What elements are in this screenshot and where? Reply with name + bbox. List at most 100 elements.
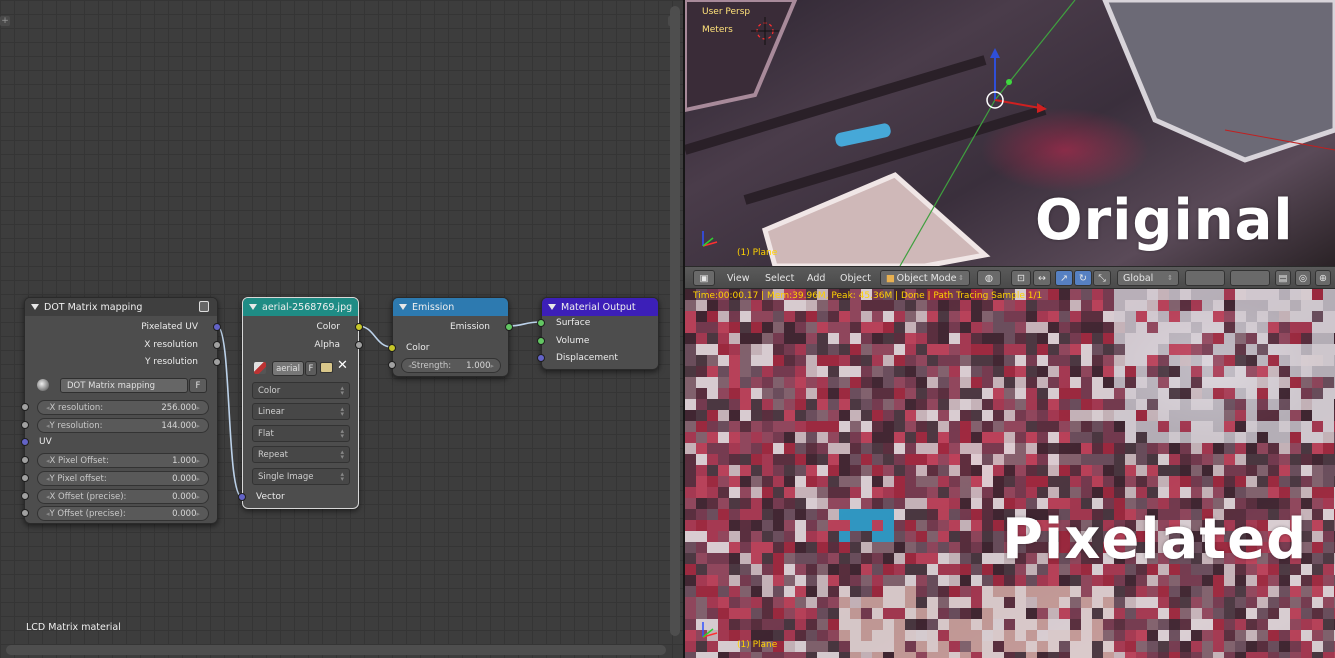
output-socket[interactable] [355, 323, 363, 331]
input-socket[interactable] [537, 319, 545, 327]
pixel-cell [1015, 476, 1026, 487]
scale-icon[interactable]: ⤡ [1093, 270, 1111, 286]
orientation-dropdown[interactable]: Global ⇕ [1117, 270, 1179, 286]
input-socket[interactable] [537, 354, 545, 362]
pixel-cell [927, 421, 938, 432]
image-name-field[interactable]: aerial [272, 361, 304, 376]
fake-user-button[interactable]: F [189, 378, 207, 393]
y-pixel-offset-field[interactable]: ◂ Y Pixel offset: 0.000 ▸ [37, 471, 209, 486]
viewport-original[interactable]: User Persp Meters (1) Plane Original [685, 0, 1335, 266]
layer-field[interactable] [1185, 270, 1225, 286]
pixel-cell [1213, 465, 1224, 476]
input-socket[interactable] [21, 456, 29, 464]
group-name-field[interactable]: DOT Matrix mapping [60, 378, 188, 393]
pixel-cell [1114, 487, 1125, 498]
x-resolution-field[interactable]: ◂ X resolution: 256.000 ▸ [37, 400, 209, 415]
input-socket[interactable] [238, 493, 246, 501]
y-offset-precise-field[interactable]: ◂ Y Offset (precise): 0.000 ▸ [37, 506, 209, 521]
pixel-cell [784, 520, 795, 531]
collapse-icon[interactable] [249, 304, 257, 310]
horizontal-scrollbar[interactable] [6, 645, 666, 655]
extension-dropdown[interactable]: Repeat ▴ ▾ [252, 446, 350, 463]
manipulator-icon[interactable]: ↔ [1033, 270, 1051, 286]
strength-field[interactable]: ◂ Strength: 1.000 ▸ [401, 358, 501, 373]
proportional-edit-icon[interactable]: ◎ [1295, 270, 1311, 286]
viewport-pixelated[interactable]: Time:00:00.17 | Mem:39.96M, Peak: 45.36M… [685, 289, 1335, 658]
menu-view[interactable]: View [727, 270, 750, 286]
interpolation-dropdown[interactable]: Linear ▴ ▾ [252, 403, 350, 420]
collapse-icon[interactable] [548, 304, 556, 310]
output-socket[interactable] [213, 323, 221, 331]
collapse-icon[interactable] [31, 304, 39, 310]
node-header[interactable]: DOT Matrix mapping [25, 298, 217, 316]
mode-dropdown[interactable]: ■ Object Mode ⇕ [880, 270, 970, 286]
material-output-node[interactable]: Material Output Surface Volume Displacem… [537, 297, 659, 370]
pixel-cell [707, 344, 718, 355]
pixel-cell [1015, 355, 1026, 366]
pixel-cell [762, 575, 773, 586]
projection-dropdown[interactable]: Flat ▴ ▾ [252, 425, 350, 442]
input-socket[interactable] [388, 344, 396, 352]
render-layer-icon[interactable]: ▤ [1275, 270, 1291, 286]
x-pixel-offset-field[interactable]: ◂ X Pixel Offset: 1.000 ▸ [37, 453, 209, 468]
rotate-icon[interactable]: ↻ [1074, 270, 1092, 286]
menu-select[interactable]: Select [765, 270, 794, 286]
node-group-icon[interactable] [199, 301, 209, 312]
input-socket[interactable] [21, 509, 29, 517]
output-socket[interactable] [505, 323, 513, 331]
pixel-cell [872, 322, 883, 333]
menu-add[interactable]: Add [807, 270, 825, 286]
snap-icon[interactable]: ⊕ [1315, 270, 1331, 286]
pixel-cell [1279, 586, 1290, 597]
fake-user-button[interactable]: F [305, 361, 317, 376]
pivot-icon[interactable]: ⊡ [1011, 270, 1031, 286]
pixel-cell [839, 564, 850, 575]
pixel-cell [1147, 410, 1158, 421]
node-header[interactable]: Material Output [542, 298, 658, 316]
pixel-cell [1136, 355, 1147, 366]
node-header[interactable]: Emission [393, 298, 508, 316]
input-socket[interactable] [21, 421, 29, 429]
layer-field[interactable] [1230, 270, 1270, 286]
input-socket[interactable] [537, 337, 545, 345]
input-socket[interactable] [21, 403, 29, 411]
node-title: DOT Matrix mapping [44, 301, 143, 313]
translate-icon[interactable]: ↗ [1055, 270, 1073, 286]
color-space-dropdown[interactable]: Color ▴ ▾ [252, 382, 350, 399]
dot-matrix-node[interactable]: DOT Matrix mapping Pixelated UV X resolu… [21, 297, 221, 524]
node-editor[interactable]: + + DOT Matrix mapping Pixelated UV X re… [0, 0, 683, 658]
source-dropdown[interactable]: Single Image ▴ ▾ [252, 468, 350, 485]
pixel-cell [806, 520, 817, 531]
output-socket[interactable] [213, 358, 221, 366]
pixel-cell [872, 487, 883, 498]
pixel-cell [927, 564, 938, 575]
shading-icon[interactable]: ◍ [977, 270, 1001, 286]
image-texture-node[interactable]: aerial-2568769.jpg Color Alpha aerial F … [238, 297, 363, 509]
pixel-cell [1158, 388, 1169, 399]
editor-type-icon[interactable]: ▣ [693, 270, 715, 286]
image-browse-icon[interactable] [254, 362, 266, 374]
pixel-cell [729, 476, 740, 487]
input-socket[interactable] [21, 492, 29, 500]
folder-icon[interactable] [320, 362, 333, 373]
pixel-cell [718, 641, 729, 652]
pixel-cell [839, 454, 850, 465]
pixelated-render [685, 289, 1335, 658]
output-socket[interactable] [355, 341, 363, 349]
input-socket[interactable] [21, 438, 29, 446]
x-offset-precise-field[interactable]: ◂ X Offset (precise): 0.000 ▸ [37, 489, 209, 504]
collapse-icon[interactable] [399, 304, 407, 310]
vertical-scrollbar[interactable] [670, 6, 680, 636]
input-socket[interactable] [388, 361, 396, 369]
pixel-cell [1323, 520, 1334, 531]
pixel-cell [784, 355, 795, 366]
close-icon[interactable]: ✕ [337, 358, 348, 373]
node-tree-icon[interactable] [37, 379, 49, 391]
menu-object[interactable]: Object [840, 270, 871, 286]
output-socket[interactable] [213, 341, 221, 349]
input-socket[interactable] [21, 474, 29, 482]
pixel-cell [1125, 432, 1136, 443]
y-resolution-field[interactable]: ◂ Y resolution: 144.000 ▸ [37, 418, 209, 433]
node-header[interactable]: aerial-2568769.jpg [243, 298, 358, 316]
emission-node[interactable]: Emission Emission Color ◂ Strength: 1.000… [388, 297, 513, 377]
